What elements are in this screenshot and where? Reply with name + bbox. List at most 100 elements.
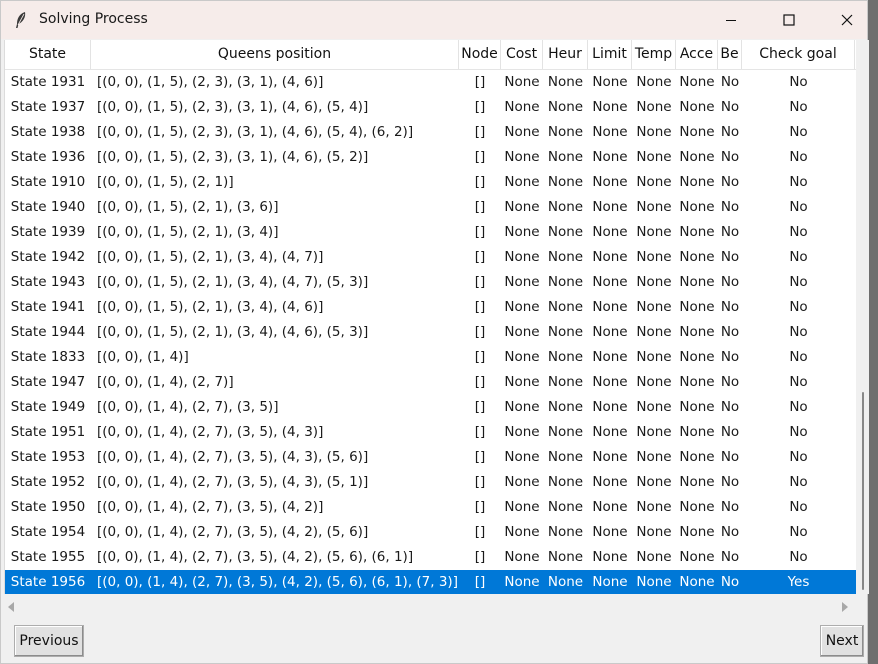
- cell-be: No: [720, 249, 740, 265]
- table-row[interactable]: State 1950 [(0, 0), (1, 4), (2, 7), (3, 5…: [5, 495, 857, 520]
- cell-limit: None: [592, 299, 628, 315]
- table-row[interactable]: State 1936 [(0, 0), (1, 5), (2, 3), (3, 1…: [5, 145, 857, 170]
- cell-acce: None: [679, 474, 715, 490]
- table-row[interactable]: State 1931 [(0, 0), (1, 5), (2, 3), (3, 1…: [5, 70, 857, 95]
- cell-heur: None: [547, 174, 584, 190]
- cell-be: No: [720, 199, 740, 215]
- cell-state: State 1953: [10, 449, 86, 465]
- cell-be: No: [720, 349, 740, 365]
- cell-state: State 1942: [10, 249, 86, 265]
- scroll-left-arrow-icon[interactable]: [8, 602, 14, 612]
- cell-state: State 1951: [10, 424, 86, 440]
- cell-limit: None: [592, 549, 628, 565]
- window-title: Solving Process: [39, 11, 148, 27]
- cell-node: []: [474, 324, 486, 340]
- column-header-check-goal[interactable]: Check goal: [742, 40, 855, 69]
- table-row[interactable]: State 1942 [(0, 0), (1, 5), (2, 1), (3, 4…: [5, 245, 857, 270]
- cell-heur: None: [547, 549, 584, 565]
- vertical-scrollbar[interactable]: [856, 40, 869, 594]
- cell-heur: None: [547, 149, 584, 165]
- column-header-temp[interactable]: Temp: [632, 40, 676, 69]
- cell-limit: None: [592, 499, 628, 515]
- states-table[interactable]: State Queens position Node Cost Heur Limit Tem…: [4, 40, 857, 594]
- cell-acce: None: [679, 424, 715, 440]
- cell-limit: None: [592, 149, 628, 165]
- scroll-right-arrow-icon[interactable]: [842, 602, 848, 612]
- cell-check-goal: No: [789, 449, 808, 465]
- cell-acce: None: [679, 349, 715, 365]
- table-row[interactable]: State 1937 [(0, 0), (1, 5), (2, 3), (3, 1…: [5, 95, 857, 120]
- cell-heur: None: [547, 99, 584, 115]
- cell-cost: None: [504, 249, 540, 265]
- cell-acce: None: [679, 449, 715, 465]
- cell-limit: None: [592, 574, 628, 590]
- table-row[interactable]: State 1941 [(0, 0), (1, 5), (2, 1), (3, 4…: [5, 295, 857, 320]
- cell-be: No: [720, 499, 740, 515]
- table-row[interactable]: State 1955 [(0, 0), (1, 4), (2, 7), (3, 5…: [5, 545, 857, 570]
- cell-node: []: [474, 149, 486, 165]
- cell-acce: None: [679, 374, 715, 390]
- cell-state: State 1936: [10, 149, 86, 165]
- cell-be: No: [720, 299, 740, 315]
- table-row[interactable]: State 1833 [(0, 0), (1, 4)] [] None None None…: [5, 345, 857, 370]
- cell-acce: None: [679, 274, 715, 290]
- cell-queens-position: [(0, 0), (1, 5), (2, 3), (3, 1), (4, 6),…: [97, 149, 369, 165]
- cell-cost: None: [504, 174, 540, 190]
- column-header-be[interactable]: Be: [718, 40, 742, 69]
- table-row[interactable]: State 1951 [(0, 0), (1, 4), (2, 7), (3, 5…: [5, 420, 857, 445]
- next-button[interactable]: Next: [820, 625, 864, 657]
- table-row[interactable]: State 1954 [(0, 0), (1, 4), (2, 7), (3, 5…: [5, 520, 857, 545]
- cell-node: []: [474, 549, 486, 565]
- column-header-acce[interactable]: Acce: [676, 40, 718, 69]
- cell-temp: None: [636, 374, 672, 390]
- cell-check-goal: No: [789, 399, 808, 415]
- cell-queens-position: [(0, 0), (1, 5), (2, 1), (3, 4)]: [97, 224, 279, 240]
- maximize-button[interactable]: [760, 1, 818, 39]
- cell-cost: None: [504, 349, 540, 365]
- cell-queens-position: [(0, 0), (1, 4), (2, 7), (3, 5), (4, 2),…: [97, 574, 458, 590]
- column-header-state[interactable]: State: [5, 40, 91, 69]
- cell-node: []: [474, 124, 486, 140]
- cell-temp: None: [636, 299, 672, 315]
- cell-be: No: [720, 424, 740, 440]
- table-row[interactable]: State 1953 [(0, 0), (1, 4), (2, 7), (3, 5…: [5, 445, 857, 470]
- cell-queens-position: [(0, 0), (1, 5), (2, 3), (3, 1), (4, 6),…: [97, 99, 369, 115]
- table-row[interactable]: State 1939 [(0, 0), (1, 5), (2, 1), (3, 4…: [5, 220, 857, 245]
- cell-limit: None: [592, 524, 628, 540]
- cell-state: State 1952: [10, 474, 86, 490]
- table-row[interactable]: State 1944 [(0, 0), (1, 5), (2, 1), (3, 4…: [5, 320, 857, 345]
- previous-button[interactable]: Previous: [14, 625, 84, 657]
- cell-temp: None: [636, 174, 672, 190]
- table-row[interactable]: State 1949 [(0, 0), (1, 4), (2, 7), (3, 5…: [5, 395, 857, 420]
- cell-cost: None: [504, 299, 540, 315]
- cell-check-goal: No: [789, 349, 808, 365]
- table-row[interactable]: State 1943 [(0, 0), (1, 5), (2, 1), (3, 4…: [5, 270, 857, 295]
- minimize-button[interactable]: [702, 1, 760, 39]
- vertical-scroll-thumb[interactable]: [862, 392, 864, 590]
- column-header-queens-position[interactable]: Queens position: [91, 40, 459, 69]
- table-row-selected[interactable]: State 1956 [(0, 0), (1, 4), (2, 7), (3, 5…: [5, 570, 857, 594]
- cell-queens-position: [(0, 0), (1, 5), (2, 1), (3, 4), (4, 7),…: [97, 274, 369, 290]
- table-row[interactable]: State 1940 [(0, 0), (1, 5), (2, 1), (3, 6…: [5, 195, 857, 220]
- cell-acce: None: [679, 174, 715, 190]
- horizontal-scrollbar[interactable]: [4, 594, 856, 620]
- table-row[interactable]: State 1947 [(0, 0), (1, 4), (2, 7)] [] None…: [5, 370, 857, 395]
- cell-temp: None: [636, 99, 672, 115]
- cell-check-goal: No: [789, 249, 808, 265]
- column-header-limit[interactable]: Limit: [588, 40, 632, 69]
- cell-node: []: [474, 99, 486, 115]
- title-bar[interactable]: Solving Process: [1, 1, 867, 39]
- cell-temp: None: [636, 399, 672, 415]
- cell-limit: None: [592, 249, 628, 265]
- cell-heur: None: [547, 124, 584, 140]
- table-row[interactable]: State 1938 [(0, 0), (1, 5), (2, 3), (3, 1…: [5, 120, 857, 145]
- column-header-node[interactable]: Node: [459, 40, 501, 69]
- column-header-cost[interactable]: Cost: [501, 40, 543, 69]
- cell-cost: None: [504, 274, 540, 290]
- column-header-heur[interactable]: Heur: [543, 40, 588, 69]
- table-row[interactable]: State 1910 [(0, 0), (1, 5), (2, 1)] [] None…: [5, 170, 857, 195]
- cell-heur: None: [547, 499, 584, 515]
- cell-check-goal: No: [789, 99, 808, 115]
- table-row[interactable]: State 1952 [(0, 0), (1, 4), (2, 7), (3, 5…: [5, 470, 857, 495]
- close-button[interactable]: [818, 1, 876, 39]
